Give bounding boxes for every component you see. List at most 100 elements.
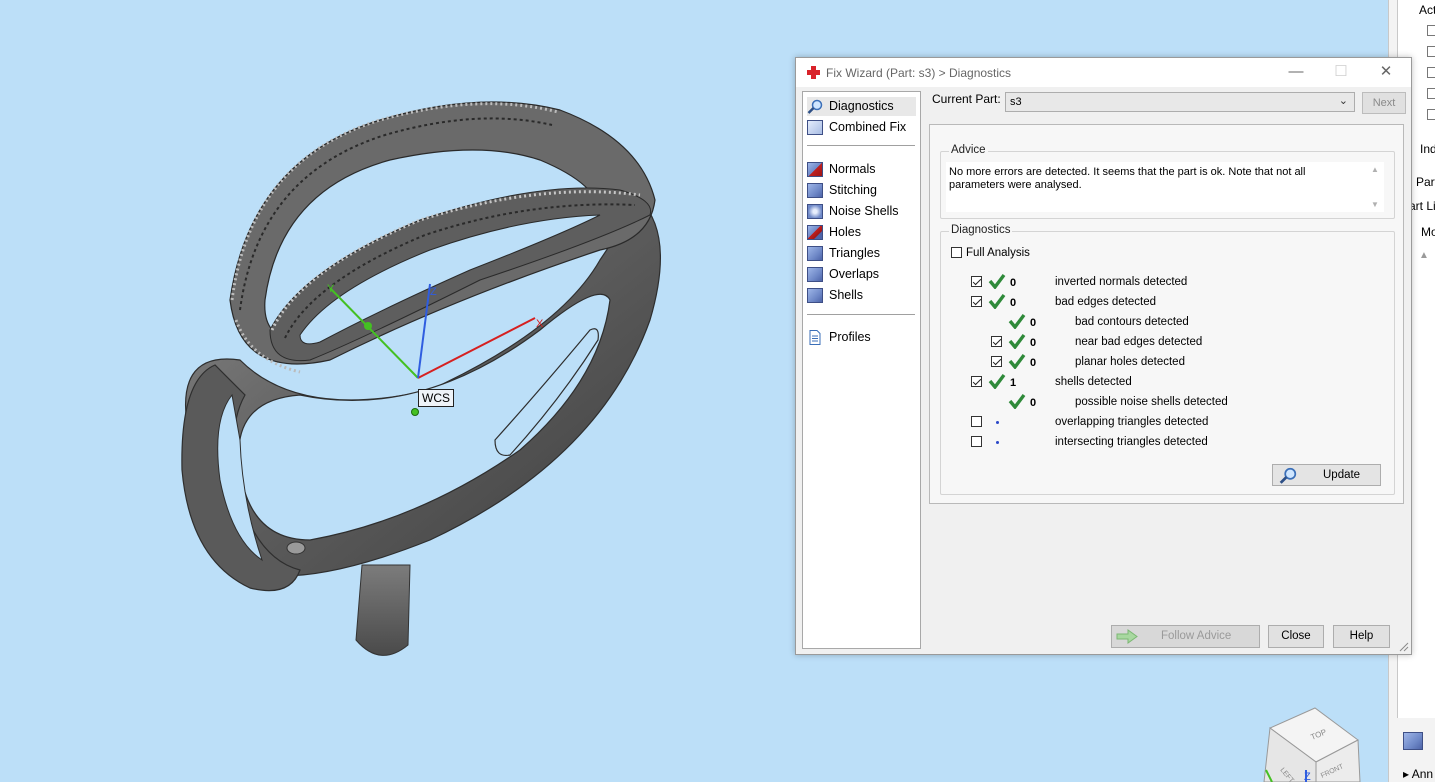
holes-cube-icon bbox=[807, 225, 823, 240]
green-check-icon bbox=[988, 273, 1006, 289]
close-button[interactable]: Close bbox=[1268, 625, 1324, 648]
nav-label: Normals bbox=[829, 162, 876, 176]
minimize-button[interactable]: — bbox=[1281, 62, 1311, 82]
bad-edges-label: bad edges detected bbox=[1055, 296, 1157, 308]
near-bad-edges-checkbox[interactable] bbox=[991, 336, 1002, 347]
scroll-down-icon[interactable]: ▼ bbox=[1371, 200, 1379, 209]
right-panel-mo[interactable]: Mo bbox=[1421, 225, 1435, 239]
intersecting-triangles-checkbox[interactable] bbox=[971, 436, 982, 447]
green-check-icon bbox=[1008, 353, 1026, 369]
current-part-select[interactable]: s3 ⌄ bbox=[1005, 92, 1355, 112]
green-check-icon bbox=[988, 293, 1006, 309]
nav-label: Combined Fix bbox=[829, 120, 907, 134]
shells-cube-icon bbox=[807, 288, 823, 303]
nav-item-combined-fix[interactable]: Combined Fix bbox=[807, 118, 916, 137]
nav-label: Shells bbox=[829, 288, 864, 302]
chevron-down-icon: ⌄ bbox=[1338, 95, 1348, 107]
scroll-up-icon[interactable]: ▲ bbox=[1371, 165, 1379, 174]
nav-label: Diagnostics bbox=[829, 99, 894, 113]
green-check-icon bbox=[1008, 313, 1026, 329]
diagnostics-title: Diagnostics bbox=[949, 224, 1013, 236]
follow-advice-button[interactable]: Follow Advice bbox=[1111, 625, 1260, 648]
y-axis-label: Y bbox=[327, 283, 335, 295]
nav-item-normals[interactable]: Normals bbox=[807, 160, 916, 179]
overlapping-triangles-label: overlapping triangles detected bbox=[1055, 416, 1209, 428]
full-analysis-label: Full Analysis bbox=[966, 247, 1030, 259]
intersecting-triangles-label: intersecting triangles detected bbox=[1055, 436, 1208, 448]
bad-contours-count: 0 bbox=[1030, 317, 1037, 329]
current-part-value: s3 bbox=[1010, 96, 1022, 108]
green-check-icon bbox=[1008, 333, 1026, 349]
parts-cube-icon[interactable] bbox=[1403, 732, 1423, 750]
normals-cube-icon bbox=[807, 162, 823, 177]
nav-item-diagnostics[interactable]: Diagnostics bbox=[807, 97, 916, 116]
right-panel-checkbox[interactable] bbox=[1427, 25, 1435, 36]
near-bad-edges-count: 0 bbox=[1030, 337, 1037, 349]
planar-holes-label: planar holes detected bbox=[1075, 356, 1185, 368]
follow-advice-label: Follow Advice bbox=[1161, 630, 1232, 642]
right-panel-checkbox[interactable] bbox=[1427, 109, 1435, 120]
advice-textbox[interactable]: No more errors are detected. It seems th… bbox=[946, 162, 1384, 212]
advice-group: Advice No more errors are detected. It s… bbox=[940, 144, 1395, 219]
fix-wizard-dialog: Fix Wizard (Part: s3) > Diagnostics — ☐ … bbox=[795, 57, 1412, 655]
update-button[interactable]: Update bbox=[1272, 464, 1381, 486]
near-bad-edges-label: near bad edges detected bbox=[1075, 336, 1203, 348]
resize-grip-icon[interactable] bbox=[1399, 642, 1409, 652]
diagnostics-group: Diagnostics Full Analysis 0 inverted nor… bbox=[940, 224, 1395, 495]
ring-model[interactable]: X Y Z bbox=[0, 0, 800, 700]
dialog-title: Fix Wizard (Part: s3) > Diagnostics bbox=[826, 66, 1012, 80]
document-icon bbox=[809, 330, 821, 345]
nav-label: Overlaps bbox=[829, 267, 880, 281]
nav-item-profiles[interactable]: Profiles bbox=[807, 328, 916, 347]
right-panel-act: Act bbox=[1419, 3, 1435, 17]
current-part-label: Current Part: bbox=[932, 92, 1001, 106]
nav-item-noise-shells[interactable]: Noise Shells bbox=[807, 202, 916, 221]
nav-item-shells[interactable]: Shells bbox=[807, 286, 916, 305]
arrow-right-icon bbox=[1116, 629, 1138, 644]
planar-holes-checkbox[interactable] bbox=[991, 356, 1002, 367]
next-button[interactable]: Next bbox=[1362, 92, 1406, 114]
right-panel-checkbox[interactable] bbox=[1427, 88, 1435, 99]
right-panel-part-list[interactable]: art Li bbox=[1409, 199, 1435, 213]
triangles-cube-icon bbox=[807, 246, 823, 261]
nav-item-holes[interactable]: Holes bbox=[807, 223, 916, 242]
x-axis-label: X bbox=[536, 318, 544, 330]
right-panel-checkbox[interactable] bbox=[1427, 46, 1435, 57]
bad-contours-label: bad contours detected bbox=[1075, 316, 1189, 328]
navigation-cube[interactable]: TOP LEFT FRONT Z bbox=[1260, 700, 1370, 782]
dialog-titlebar[interactable]: Fix Wizard (Part: s3) > Diagnostics — ☐ … bbox=[796, 58, 1411, 87]
diagnostics-panel: Advice No more errors are detected. It s… bbox=[929, 124, 1404, 504]
nav-label: Noise Shells bbox=[829, 204, 899, 218]
help-button[interactable]: Help bbox=[1333, 625, 1390, 648]
update-label: Update bbox=[1323, 469, 1361, 481]
bad-edges-checkbox[interactable] bbox=[971, 296, 982, 307]
advice-scrollbar[interactable]: ▲ ▼ bbox=[1368, 162, 1382, 212]
right-panel-part[interactable]: Part bbox=[1416, 175, 1435, 189]
wcs-label: WCS bbox=[418, 389, 454, 407]
overlapping-triangles-checkbox[interactable] bbox=[971, 416, 982, 427]
maximize-button[interactable]: ☐ bbox=[1326, 62, 1356, 82]
inverted-normals-checkbox[interactable] bbox=[971, 276, 982, 287]
right-panel-checkbox[interactable] bbox=[1427, 67, 1435, 78]
green-check-icon bbox=[988, 373, 1006, 389]
nav-item-overlaps[interactable]: Overlaps bbox=[807, 265, 916, 284]
shells-checkbox[interactable] bbox=[971, 376, 982, 387]
scroll-up-icon[interactable]: ▲ bbox=[1419, 250, 1429, 261]
right-panel-ann[interactable]: ▸ Ann bbox=[1403, 767, 1433, 781]
right-panel-ind[interactable]: Ind bbox=[1420, 142, 1435, 156]
advice-text: No more errors are detected. It seems th… bbox=[949, 166, 1306, 191]
full-analysis-checkbox[interactable] bbox=[951, 247, 962, 258]
stitching-cube-icon bbox=[807, 183, 823, 198]
nav-item-stitching[interactable]: Stitching bbox=[807, 181, 916, 200]
noise-shells-label: possible noise shells detected bbox=[1075, 396, 1228, 408]
close-window-button[interactable]: ✕ bbox=[1371, 62, 1401, 82]
green-check-icon bbox=[1008, 393, 1026, 409]
wizard-nav: Diagnostics Combined Fix Normals Stitchi… bbox=[802, 91, 921, 649]
pending-dot-icon bbox=[996, 421, 999, 424]
shells-count: 1 bbox=[1010, 377, 1017, 389]
magnifier-icon bbox=[1279, 467, 1297, 484]
nav-label: Triangles bbox=[829, 246, 880, 260]
nav-item-triangles[interactable]: Triangles bbox=[807, 244, 916, 263]
nav-label: Profiles bbox=[829, 330, 871, 344]
pending-dot-icon bbox=[996, 441, 999, 444]
